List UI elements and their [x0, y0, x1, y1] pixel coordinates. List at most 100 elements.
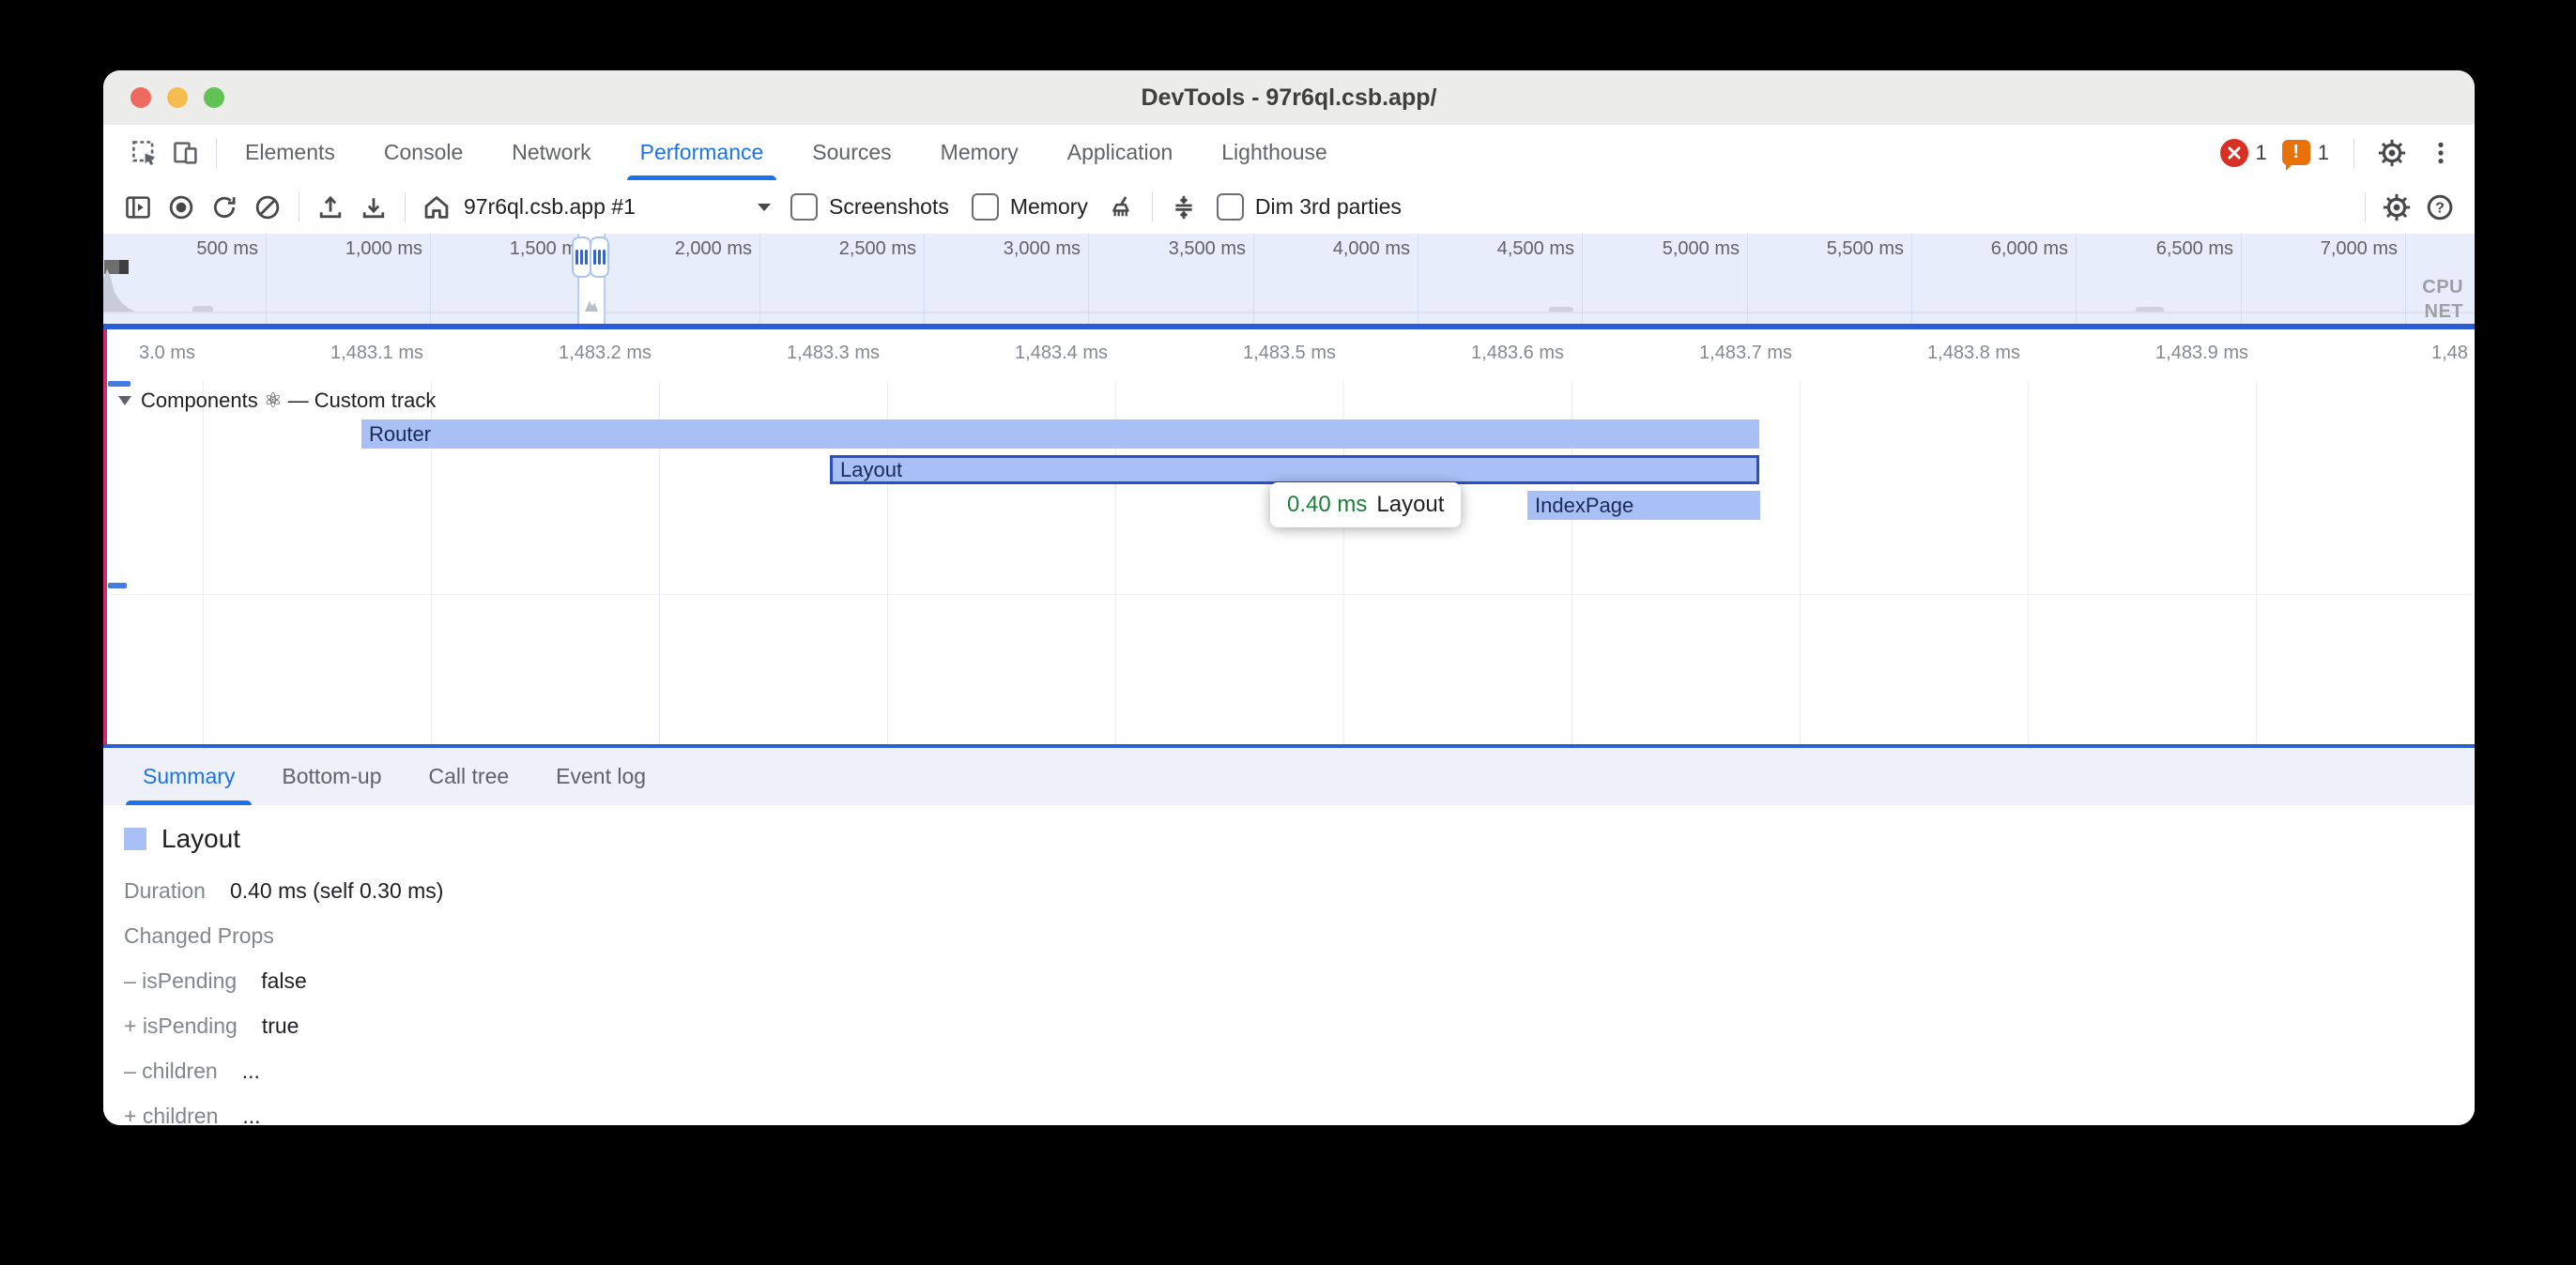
- error-count[interactable]: 1: [2256, 141, 2267, 165]
- target-selector-value: 97r6ql.csb.app #1: [464, 194, 636, 220]
- sidebar-panel-icon: [124, 193, 152, 221]
- screenshots-label: Screenshots: [829, 194, 949, 220]
- clear-button[interactable]: [248, 188, 287, 227]
- range-handle-left[interactable]: [572, 236, 591, 278]
- tab-memory[interactable]: Memory: [937, 125, 1022, 180]
- drawer-tab-bottom-up[interactable]: Bottom-up: [278, 748, 385, 805]
- flame-event-indexpage[interactable]: IndexPage: [1527, 491, 1760, 520]
- event-color-swatch: [124, 828, 146, 850]
- summary-row-value: true: [262, 1014, 299, 1039]
- memory-toggle[interactable]: Memory: [972, 193, 1088, 221]
- drawer-tab-summary[interactable]: Summary: [139, 748, 238, 805]
- tab-lighthouse[interactable]: Lighthouse: [1218, 125, 1331, 180]
- help-button[interactable]: ?: [2420, 188, 2460, 227]
- overview-tick-label: 4,500 ms: [1424, 238, 1574, 260]
- screenshots-toggle[interactable]: Screenshots: [790, 193, 949, 221]
- flame-event-router[interactable]: Router: [361, 419, 1759, 449]
- live-metrics-button[interactable]: [417, 188, 456, 227]
- collapse-tracks-button[interactable]: [1164, 188, 1204, 227]
- performance-toolbar: 97r6ql.csb.app #1 Screenshots Memory: [103, 180, 2475, 235]
- flame-gridline: [1800, 381, 1801, 744]
- track-header-label: Components ⚛ — Custom track: [141, 389, 436, 413]
- ruler-tick-label: 1,483.5 ms: [1158, 343, 1336, 364]
- overview-gridline: [2241, 234, 2242, 324]
- summary-row-label: – isPending: [124, 968, 237, 994]
- overview-tick-label: 6,000 ms: [1918, 238, 2068, 260]
- dim-3rd-parties-checkbox[interactable]: [1217, 193, 1244, 221]
- memory-checkbox[interactable]: [972, 193, 999, 221]
- timeline-overview[interactable]: CPU NET 500 ms1,000 ms1,500 ms2,000 ms2,…: [103, 234, 2475, 324]
- save-profile-button[interactable]: [354, 188, 393, 227]
- issues-icon[interactable]: !: [2282, 140, 2310, 165]
- more-options-button[interactable]: [2420, 132, 2461, 174]
- summary-row-value: 0.40 ms (self 0.30 ms): [230, 878, 444, 904]
- ruler-tick-label: 1,48: [2431, 343, 2475, 364]
- tab-elements[interactable]: Elements: [241, 125, 339, 180]
- net-track-label: NET: [2425, 301, 2464, 323]
- download-icon: [360, 193, 388, 221]
- window-title: DevTools - 97r6ql.csb.app/: [103, 70, 2475, 125]
- record-and-reload-button[interactable]: [205, 188, 244, 227]
- drawer-tab-call-tree[interactable]: Call tree: [425, 748, 514, 805]
- inspect-element-button[interactable]: [124, 132, 165, 174]
- tab-application[interactable]: Application: [1064, 125, 1177, 180]
- overview-gridline: [2405, 234, 2406, 324]
- overview-tick-label: 5,500 ms: [1754, 238, 1904, 260]
- track-header[interactable]: Components ⚛ — Custom track: [118, 389, 436, 413]
- overview-tick-label: 3,500 ms: [1096, 238, 1246, 260]
- divider: [216, 138, 217, 168]
- title-bar: DevTools - 97r6ql.csb.app/: [103, 70, 2475, 126]
- tab-sources[interactable]: Sources: [808, 125, 895, 180]
- collapse-arrows-icon: [1170, 193, 1198, 221]
- drawer-tab-event-log[interactable]: Event log: [552, 748, 650, 805]
- settings-button[interactable]: [2371, 132, 2413, 174]
- cpu-activity-detail: [585, 298, 598, 312]
- summary-row-value: ...: [242, 1104, 260, 1125]
- toggle-sidebar-button[interactable]: [118, 188, 158, 227]
- network-activity-bump: [192, 306, 213, 312]
- overview-gridline: [1582, 234, 1583, 324]
- flame-chart[interactable]: Router Layout IndexPage 0.40 ms Layout Com…: [103, 381, 2475, 744]
- ruler-tick-label: 1,483.8 ms: [1842, 343, 2020, 364]
- flame-event-layout[interactable]: Layout: [830, 455, 1759, 484]
- range-start-marker: [103, 329, 107, 747]
- capture-settings-button[interactable]: [2377, 188, 2416, 227]
- gear-icon: [2377, 138, 2407, 168]
- cpu-track-label: CPU: [2422, 277, 2463, 298]
- summary-panel: Layout Duration0.40 ms (self 0.30 ms)Cha…: [103, 805, 2475, 1125]
- summary-row-value: false: [261, 968, 307, 994]
- device-toolbar-button[interactable]: [165, 132, 207, 174]
- divider: [1152, 192, 1153, 222]
- summary-row-value: ...: [242, 1059, 260, 1084]
- divider: [2365, 192, 2366, 222]
- overview-tick-label: 6,500 ms: [2083, 238, 2233, 260]
- range-handle-right[interactable]: [590, 236, 609, 278]
- ruler-tick-label: 3.0 ms: [103, 343, 195, 364]
- upload-icon: [316, 193, 345, 221]
- tooltip-duration: 0.40 ms: [1287, 492, 1367, 518]
- clear-icon: [253, 193, 282, 221]
- ruler-tick-label: 1,483.9 ms: [2070, 343, 2248, 364]
- event-tooltip: 0.40 ms Layout: [1270, 482, 1461, 527]
- timeline-ruler[interactable]: 3.0 ms1,483.1 ms1,483.2 ms1,483.3 ms1,48…: [103, 329, 2475, 382]
- overview-gridline: [266, 234, 267, 324]
- drawer-divider: [103, 744, 2475, 748]
- screenshots-checkbox[interactable]: [790, 193, 818, 221]
- load-profile-button[interactable]: [311, 188, 350, 227]
- issue-count[interactable]: 1: [2318, 141, 2329, 165]
- expand-triangle-icon: [118, 396, 131, 405]
- overview-tick-label: 4,000 ms: [1260, 238, 1410, 260]
- dim-3rd-parties-toggle[interactable]: Dim 3rd parties: [1217, 193, 1402, 221]
- collect-garbage-button[interactable]: [1101, 188, 1141, 227]
- tab-console[interactable]: Console: [380, 125, 467, 180]
- tooltip-event-name: Layout: [1376, 492, 1444, 518]
- record-button[interactable]: [161, 188, 201, 227]
- tab-network[interactable]: Network: [508, 125, 594, 180]
- target-selector[interactable]: 97r6ql.csb.app #1: [464, 194, 774, 220]
- ruler-tick-label: 1,483.1 ms: [245, 343, 423, 364]
- panel-tabs: Elements Console Network Performance Sources…: [241, 125, 1372, 180]
- summary-row-label: – children: [124, 1059, 218, 1084]
- flame-gridline: [2256, 381, 2257, 744]
- tab-performance[interactable]: Performance: [636, 125, 768, 180]
- error-count-icon[interactable]: [2220, 139, 2248, 167]
